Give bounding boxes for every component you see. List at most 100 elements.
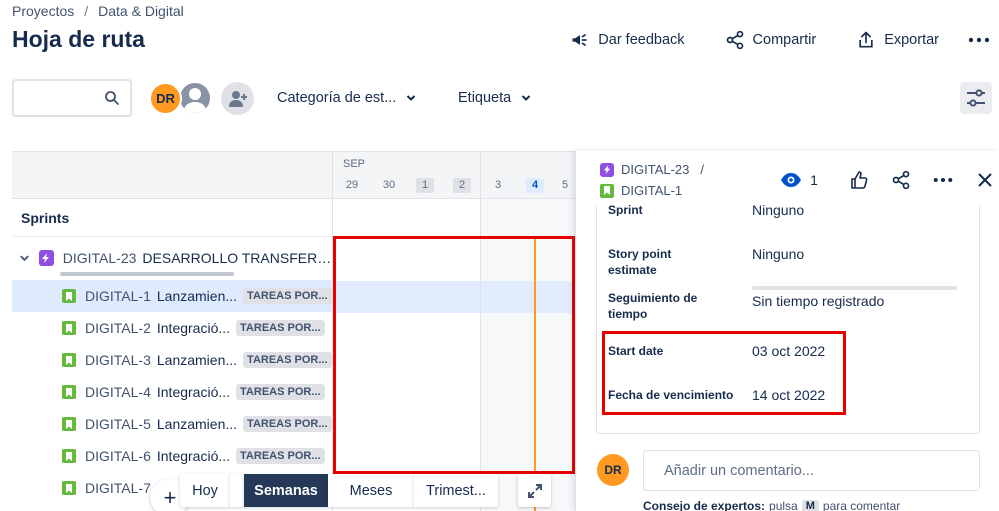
share-icon bbox=[892, 170, 910, 190]
highlight-box bbox=[333, 236, 575, 474]
time-tracking-value[interactable]: Sin tiempo registrado bbox=[752, 293, 884, 309]
epic-row[interactable]: DIGITAL-23 DESARROLLO TRANSFEREN... bbox=[12, 242, 333, 274]
epic-icon bbox=[600, 162, 614, 177]
timeline-month: SEP bbox=[343, 158, 366, 170]
close-icon bbox=[978, 173, 992, 187]
avatar-unassigned[interactable] bbox=[178, 81, 212, 115]
story-row[interactable]: DIGITAL-5 Lanzamien... TAREAS POR... bbox=[12, 408, 333, 440]
story-icon bbox=[62, 481, 76, 495]
megaphone-icon bbox=[572, 34, 587, 46]
export-icon bbox=[859, 31, 873, 48]
timeline-today-marker: 4 bbox=[526, 178, 544, 193]
story-summary: Integració... bbox=[156, 448, 231, 464]
story-key: DIGITAL-4 bbox=[85, 384, 151, 400]
timeline-day: 5 bbox=[562, 179, 569, 191]
breadcrumb: Proyectos / Data & Digital bbox=[12, 3, 184, 19]
search-icon bbox=[105, 91, 119, 105]
export-label: Exportar bbox=[884, 32, 939, 48]
status-badge: TAREAS POR... bbox=[236, 384, 325, 400]
timeline-day: 1 bbox=[416, 178, 434, 193]
today-button[interactable]: Hoy bbox=[180, 474, 230, 507]
weeks-button[interactable]: Semanas bbox=[244, 474, 328, 507]
story-row[interactable]: DIGITAL-4 Integració... TAREAS POR... bbox=[12, 376, 333, 408]
story-row[interactable]: DIGITAL-2 Integració... TAREAS POR... bbox=[12, 312, 333, 344]
timeline-day: 3 bbox=[494, 179, 502, 191]
status-badge: TAREAS POR... bbox=[243, 352, 332, 368]
quarters-button[interactable]: Trimest... bbox=[414, 474, 498, 507]
expand-icon bbox=[527, 483, 542, 498]
label-filter-dropdown[interactable]: Etiqueta bbox=[458, 90, 531, 106]
issue-list: DIGITAL-23 DESARROLLO TRANSFEREN... DIGI… bbox=[12, 242, 333, 504]
share-button[interactable]: Compartir bbox=[705, 28, 837, 52]
sprint-field-label: Sprint bbox=[608, 203, 643, 216]
view-settings-button[interactable] bbox=[960, 82, 992, 114]
tip-title: Consejo de expertos: bbox=[643, 499, 766, 511]
like-button[interactable] bbox=[838, 171, 880, 189]
story-summary: Lanzamien... bbox=[156, 352, 238, 368]
comment-input[interactable]: Añadir un comentario... bbox=[643, 450, 980, 491]
story-points-value[interactable]: Ninguno bbox=[752, 246, 804, 262]
status-badge: TAREAS POR... bbox=[236, 448, 325, 464]
story-key: DIGITAL-3 bbox=[85, 352, 151, 368]
story-row[interactable]: DIGITAL-1 Lanzamien... TAREAS POR... bbox=[12, 280, 333, 312]
story-summary: Integració... bbox=[156, 384, 231, 400]
comment-avatar: DR bbox=[597, 454, 629, 486]
watch-button[interactable]: 1 bbox=[776, 172, 822, 188]
share-icon bbox=[726, 30, 743, 50]
time-tracking-bar bbox=[752, 286, 957, 290]
chevron-down-icon[interactable] bbox=[18, 251, 31, 265]
feedback-button[interactable]: Dar feedback bbox=[550, 28, 704, 52]
breadcrumb-separator: / bbox=[700, 162, 705, 177]
story-key: DIGITAL-7 bbox=[85, 480, 151, 496]
category-filter-label: Categoría de est... bbox=[277, 90, 397, 106]
fullscreen-button[interactable] bbox=[518, 474, 551, 507]
story-row[interactable]: DIGITAL-6 Integració... TAREAS POR... bbox=[12, 440, 333, 472]
breadcrumb-project[interactable]: Data & Digital bbox=[98, 3, 184, 19]
page-title: Hoja de ruta bbox=[12, 26, 145, 52]
chevron-down-icon bbox=[407, 95, 416, 101]
tip-text-end: para comentar bbox=[822, 499, 901, 511]
feedback-label: Dar feedback bbox=[598, 32, 685, 48]
chevron-down-icon bbox=[522, 95, 531, 101]
watch-count: 1 bbox=[810, 172, 818, 188]
story-summary: Lanzamien... bbox=[156, 288, 238, 304]
story-key: DIGITAL-1 bbox=[85, 288, 151, 304]
category-filter-dropdown[interactable]: Categoría de est... bbox=[277, 90, 416, 106]
breadcrumb-projects[interactable]: Proyectos bbox=[12, 3, 74, 19]
story-key: DIGITAL-5 bbox=[85, 416, 151, 432]
status-badge: TAREAS POR... bbox=[243, 416, 332, 432]
story-key: DIGITAL-6 bbox=[85, 448, 151, 464]
highlight-box bbox=[602, 331, 846, 415]
story-row[interactable]: DIGITAL-3 Lanzamien... TAREAS POR... bbox=[12, 344, 333, 376]
header-actions: Dar feedback Compartir Exportar bbox=[550, 28, 999, 52]
issue-more-button[interactable] bbox=[922, 177, 964, 183]
add-people-button[interactable] bbox=[221, 82, 254, 115]
issue-key-link[interactable]: DIGITAL-1 bbox=[621, 183, 682, 198]
comment-tip: Consejo de expertos: pulsa M para coment… bbox=[643, 499, 900, 511]
share-label: Compartir bbox=[752, 32, 817, 48]
epic-progress-bar bbox=[60, 272, 234, 276]
timeline-day: 2 bbox=[453, 178, 471, 193]
epic-key: DIGITAL-23 bbox=[62, 250, 137, 266]
close-panel-button[interactable] bbox=[964, 172, 999, 188]
export-button[interactable]: Exportar bbox=[836, 28, 959, 52]
segment-gap bbox=[230, 474, 244, 507]
story-summary: Lanzamien... bbox=[156, 416, 238, 432]
search-input[interactable] bbox=[12, 79, 132, 117]
story-icon bbox=[600, 183, 614, 198]
panel-toolbar: 1 bbox=[776, 170, 999, 190]
parent-issue-link[interactable]: DIGITAL-23 bbox=[621, 162, 689, 177]
time-tracking-label: Seguimiento de tiempo bbox=[608, 291, 698, 321]
status-badge: TAREAS POR... bbox=[243, 288, 332, 304]
more-actions-button[interactable] bbox=[959, 37, 999, 43]
sprints-field-header: Sprints bbox=[12, 200, 333, 237]
story-icon bbox=[62, 289, 76, 303]
avatar-dr[interactable]: DR bbox=[149, 82, 182, 115]
story-icon bbox=[62, 353, 76, 367]
story-key: DIGITAL-2 bbox=[85, 320, 151, 336]
share-issue-button[interactable] bbox=[880, 170, 922, 190]
story-summary: Integració... bbox=[156, 320, 231, 336]
list-header bbox=[12, 151, 333, 199]
months-button[interactable]: Meses bbox=[328, 474, 414, 507]
sprint-field-value[interactable]: Ninguno bbox=[752, 202, 804, 219]
